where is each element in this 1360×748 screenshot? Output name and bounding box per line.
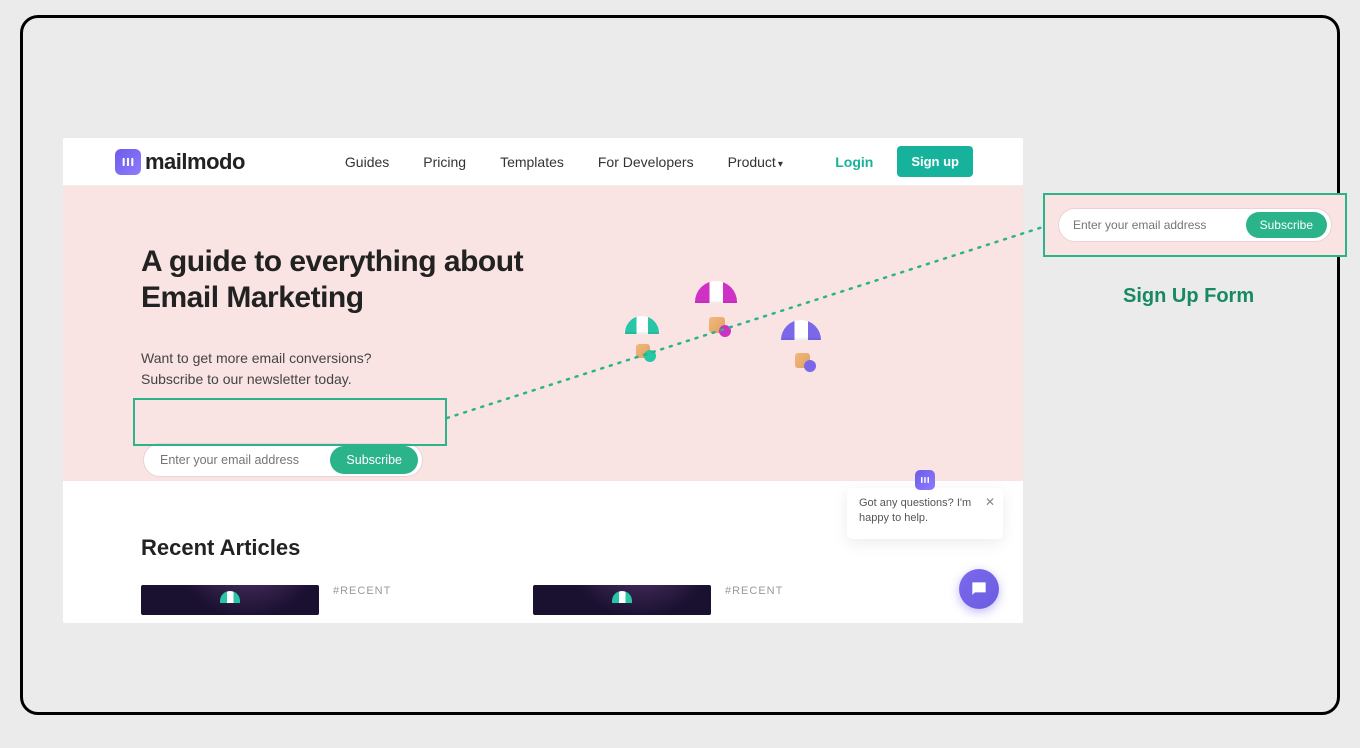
subscribe-button[interactable]: Subscribe [330, 446, 418, 474]
article-card[interactable]: #RECENT [141, 585, 511, 615]
nav-pricing[interactable]: Pricing [423, 154, 466, 170]
brand-logo[interactable]: mailmodo [115, 149, 245, 175]
chat-prompt-text: Got any questions? I'm happy to help. [859, 496, 991, 527]
subscribe-button-callout[interactable]: Subscribe [1246, 212, 1327, 238]
hero-sub-line1: Want to get more email conversions? [141, 348, 1023, 369]
subscribe-form: Subscribe [143, 443, 423, 477]
article-tag: #RECENT [333, 585, 391, 597]
website-screenshot: mailmodo Guides Pricing Templates For De… [63, 138, 1023, 623]
recent-heading: Recent Articles [141, 535, 1023, 561]
nav-developers[interactable]: For Developers [598, 154, 694, 170]
login-link[interactable]: Login [835, 154, 873, 170]
annotated-canvas: mailmodo Guides Pricing Templates For De… [20, 15, 1340, 715]
callout-label: Sign Up Form [1123, 285, 1254, 308]
nav-templates[interactable]: Templates [500, 154, 564, 170]
nav-guides[interactable]: Guides [345, 154, 389, 170]
brand-name: mailmodo [145, 149, 245, 175]
close-icon[interactable]: ✕ [985, 494, 995, 511]
article-cards: #RECENT #RECENT [141, 585, 1023, 615]
highlight-box-main [133, 398, 447, 446]
hero-sub-line2: Subscribe to our newsletter today. [141, 369, 1023, 390]
top-nav: mailmodo Guides Pricing Templates For De… [63, 138, 1023, 186]
email-input-callout[interactable] [1073, 218, 1246, 232]
nav-product-label: Product [728, 154, 776, 170]
nav-product[interactable]: Product▾ [728, 154, 783, 170]
article-thumbnail [533, 585, 711, 615]
chat-prompt-bubble: ✕ Got any questions? I'm happy to help. [847, 488, 1003, 539]
parachute-icon [781, 320, 823, 370]
parachute-icon [695, 281, 739, 331]
nav-links: Guides Pricing Templates For Developers … [345, 154, 783, 170]
logo-icon [115, 149, 141, 175]
article-tag: #RECENT [725, 585, 783, 597]
chat-launcher-button[interactable] [959, 569, 999, 609]
nav-actions: Login Sign up [835, 146, 973, 177]
email-input[interactable] [160, 453, 330, 467]
hero-subtitle: Want to get more email conversions? Subs… [141, 348, 1023, 390]
callout-box: Subscribe [1043, 193, 1347, 257]
subscribe-form-callout: Subscribe [1058, 208, 1332, 242]
signup-button[interactable]: Sign up [897, 146, 973, 177]
hero-title: A guide to everything about Email Market… [141, 244, 541, 316]
article-card[interactable]: #RECENT [533, 585, 903, 615]
parachute-icon [625, 316, 661, 366]
chat-icon [969, 579, 989, 599]
chevron-down-icon: ▾ [778, 159, 783, 170]
article-thumbnail [141, 585, 319, 615]
chat-logo-icon [915, 470, 935, 490]
